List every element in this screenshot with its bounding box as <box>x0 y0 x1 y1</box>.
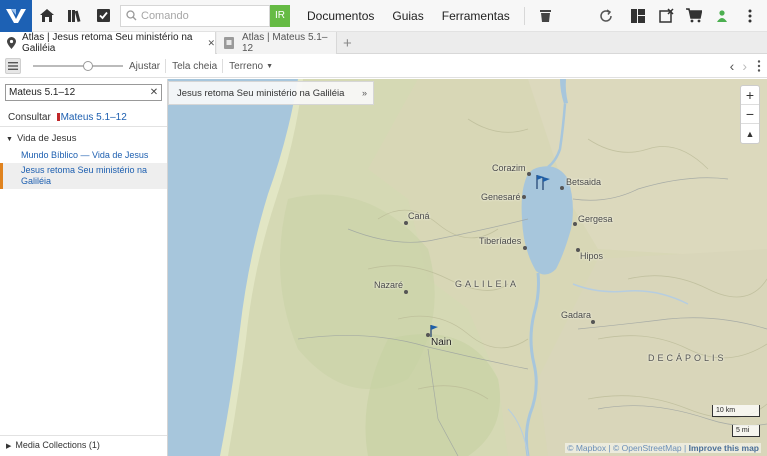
panel-menu-icon[interactable] <box>5 58 21 74</box>
panel-toolbar: Ajustar Tela cheia Terreno ▼ ‹ › <box>0 55 767 78</box>
map-attribution: © Mapbox | © OpenStreetMap | Improve thi… <box>565 443 761 453</box>
place-label[interactable]: Corazim <box>492 163 526 173</box>
map-view[interactable]: Corazim Betsaida Genesaré Caná Gergesa T… <box>168 79 767 456</box>
group-life-of-jesus[interactable]: ▼ Vida de Jesus <box>6 133 76 144</box>
tab-bar: Atlas | Jesus retoma Seu ministério na G… <box>0 32 767 54</box>
list-item-label: Jesus retoma Seu ministério na Galiléia <box>21 165 148 186</box>
terrain-dropdown[interactable]: Terreno <box>229 61 263 72</box>
menu-guides[interactable]: Guias <box>392 9 423 23</box>
atlas-sidebar: ✕ Consultar Mateus 5.1–12 ▼Vida de Jesus… <box>0 79 168 456</box>
toolbar-divider <box>222 59 224 73</box>
place-label[interactable]: Gergesa <box>578 214 613 224</box>
zoom-controls: + − ▲ <box>740 85 760 144</box>
compass-north-icon[interactable]: ▲ <box>741 124 759 143</box>
map-title-bar[interactable]: Jesus retoma Seu ministério na Galiléia … <box>168 81 374 105</box>
place-label[interactable]: Tiberíades <box>479 236 521 246</box>
back-arrow-icon[interactable]: ‹ <box>730 58 735 74</box>
slider-thumb[interactable] <box>83 61 93 71</box>
reference-search-input[interactable] <box>9 87 147 98</box>
fit-button[interactable]: Ajustar <box>129 61 160 72</box>
region-label: GALILEIA <box>455 279 520 289</box>
zoom-in-button[interactable]: + <box>741 86 759 105</box>
layouts-icon[interactable] <box>625 3 651 29</box>
logos-logo-icon[interactable] <box>0 0 32 32</box>
place-label-nain[interactable]: Nain <box>431 337 452 348</box>
atlas-book-icon <box>224 37 234 49</box>
clear-search-icon[interactable]: ✕ <box>147 87 161 98</box>
fullscreen-button[interactable]: Tela cheia <box>172 61 217 72</box>
close-panels-icon[interactable] <box>653 3 679 29</box>
more-menu-icon[interactable] <box>737 3 763 29</box>
place-label[interactable]: Caná <box>408 211 430 221</box>
scale-km: 10 km <box>712 405 760 417</box>
tab-label: Atlas | Mateus 5.1–12 <box>242 32 328 54</box>
toolbar-divider <box>165 59 167 73</box>
map-pin-icon <box>7 37 16 49</box>
improve-map-link[interactable]: Improve this map <box>689 443 759 453</box>
add-tab-icon[interactable]: + <box>343 35 352 52</box>
collapse-double-chevron-icon[interactable]: » <box>362 88 367 98</box>
command-box[interactable]: Comando <box>120 4 270 27</box>
trash-icon[interactable] <box>533 3 559 29</box>
list-item-biblical-world[interactable]: Mundo Bíblico — Vida de Jesus <box>21 150 148 161</box>
close-tab-icon[interactable]: ✕ <box>207 38 215 49</box>
top-bar: Comando IR Documentos Guias Ferramentas <box>0 0 767 32</box>
place-label[interactable]: Betsaida <box>566 177 601 187</box>
expand-down-icon[interactable]: ▼ <box>6 136 13 143</box>
toolbar-divider <box>523 6 525 25</box>
media-collections[interactable]: ▶ Media Collections (1) <box>6 440 100 450</box>
library-icon[interactable] <box>62 3 88 29</box>
terrain-map <box>168 79 767 456</box>
tab-atlas-matthew[interactable]: Atlas | Mateus 5.1–12 <box>217 32 337 54</box>
place-label[interactable]: Hipos <box>580 251 603 261</box>
tab-label: Atlas | Jesus retoma Seu ministério na G… <box>22 32 193 54</box>
group-label: Vida de Jesus <box>16 133 77 144</box>
map-title: Jesus retoma Seu ministério na Galiléia <box>177 87 345 99</box>
zoom-out-button[interactable]: − <box>741 105 759 124</box>
place-label[interactable]: Gadara <box>561 310 591 320</box>
menu-tools[interactable]: Ferramentas <box>442 9 510 23</box>
chevron-down-icon[interactable]: ▼ <box>266 63 273 70</box>
bookmark-flag-icon <box>56 113 60 121</box>
slider-track <box>33 65 123 67</box>
mapbox-attribution-link[interactable]: © Mapbox <box>567 443 606 453</box>
place-label[interactable]: Genesaré <box>481 192 521 202</box>
panel-more-icon[interactable] <box>757 60 761 72</box>
list-item-active[interactable]: Jesus retoma Seu ministério na Galiléia <box>0 163 167 189</box>
command-input[interactable]: Comando <box>141 10 269 22</box>
reference-search-box[interactable]: ✕ <box>5 84 162 101</box>
tasks-checkbox-icon[interactable] <box>90 3 116 29</box>
sidebar-divider <box>0 435 167 436</box>
go-button[interactable]: IR <box>270 4 290 27</box>
scale-mi: 5 mi <box>732 425 760 437</box>
menu-documents[interactable]: Documentos <box>307 9 374 23</box>
sidebar-divider <box>0 126 167 127</box>
zoom-slider[interactable] <box>33 60 123 72</box>
consult-label: Consultar <box>8 112 51 123</box>
region-label: DECÁPOLIS <box>648 353 727 363</box>
home-icon[interactable] <box>34 3 60 29</box>
tab-atlas-galilee[interactable]: Atlas | Jesus retoma Seu ministério na G… <box>0 32 216 54</box>
user-status-icon[interactable] <box>709 3 735 29</box>
consult-line: Consultar Mateus 5.1–12 <box>8 112 127 123</box>
cart-icon[interactable] <box>681 3 707 29</box>
consult-reference-link[interactable]: Mateus 5.1–12 <box>61 112 127 123</box>
sync-icon[interactable] <box>593 3 619 29</box>
expand-right-icon[interactable]: ▶ <box>6 443 11 450</box>
forward-arrow-icon[interactable]: › <box>742 58 747 74</box>
osm-attribution-link[interactable]: © OpenStreetMap <box>613 443 682 453</box>
search-icon <box>121 10 141 21</box>
media-label: Media Collections (1) <box>15 440 100 450</box>
place-label[interactable]: Nazaré <box>374 280 403 290</box>
